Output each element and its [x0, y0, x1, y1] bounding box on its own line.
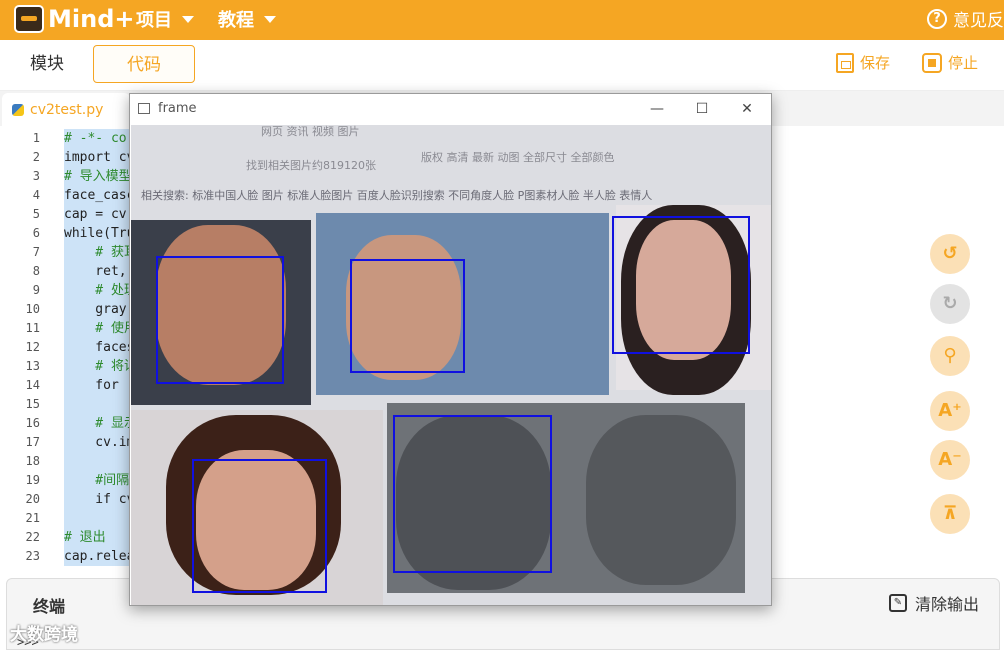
menu-projects[interactable]: 项目 [136, 6, 194, 32]
line-number: 16 [25, 416, 40, 430]
line-number: 4 [32, 188, 40, 202]
robot-icon [14, 5, 44, 33]
watermark: 大数跨境 [10, 625, 78, 645]
font-increase-button[interactable]: A⁺ [930, 391, 970, 431]
line-number: 9 [32, 283, 40, 297]
undo-button[interactable]: ↺ [930, 234, 970, 274]
undo-icon: ↺ [942, 243, 958, 264]
font-decrease-icon: A⁻ [938, 449, 962, 470]
save-label: 保存 [860, 54, 891, 72]
python-icon [12, 103, 24, 116]
line-number: 11 [25, 321, 40, 335]
line-number: 10 [25, 302, 40, 316]
mesh-profile-image [586, 415, 736, 585]
chevron-down-icon [264, 15, 276, 23]
save-icon [836, 52, 854, 73]
line-number: 13 [25, 359, 40, 373]
line-number: 2 [32, 150, 40, 164]
clear-output-button[interactable]: ✎ 清除输出 [888, 591, 979, 615]
line-number: 5 [32, 207, 40, 221]
photo-nav-text: 网页 资讯 视频 图片 [261, 125, 360, 138]
stop-label: 停止 [948, 54, 979, 72]
scroll-top-button[interactable]: ⊼ [930, 494, 970, 534]
minimize-button[interactable]: — [642, 98, 672, 120]
photo-filters-text: 版权 高清 最新 动图 全部尺寸 全部颜色 [421, 151, 615, 164]
help-icon: ? [927, 8, 947, 29]
window-titlebar[interactable]: frame — ☐ ✕ [130, 94, 771, 125]
line-number: 15 [25, 397, 40, 411]
mode-bar: 模块 代码 保存 停止 [0, 40, 1004, 91]
line-number: 6 [32, 226, 40, 240]
face-detection-box [156, 256, 284, 384]
line-number: 19 [25, 473, 40, 487]
face-detection-box [612, 216, 750, 354]
face-detection-box [350, 259, 465, 373]
tab-code[interactable]: 代码 [93, 45, 195, 83]
file-tab-name: cv2test.py [30, 101, 104, 118]
line-number: 14 [25, 378, 40, 392]
photo-stats-text: 找到相关图片约819120张 [246, 159, 376, 172]
line-number: 22 [25, 530, 40, 544]
close-button[interactable]: ✕ [732, 98, 762, 120]
menu-tutorials[interactable]: 教程 [218, 6, 276, 32]
feedback-label: 意见反 [953, 11, 1004, 31]
line-number-gutter: 1 2 3 4 5 6 7 8 9 10 11 12 13 14 15 16 17 18 19 20 21 22 23 [0, 129, 50, 566]
window-icon [138, 103, 150, 114]
zoom-icon: ⚲ [943, 345, 957, 366]
stop-button[interactable]: 停止 [922, 52, 978, 73]
zoom-button[interactable]: ⚲ [930, 336, 970, 376]
line-number: 21 [25, 511, 40, 525]
file-tab[interactable]: cv2test.py [2, 93, 130, 126]
line-number: 17 [25, 435, 40, 449]
face-detection-box [393, 415, 552, 573]
minimize-icon: — [650, 101, 664, 117]
font-decrease-button[interactable]: A⁻ [930, 440, 970, 480]
frame-window[interactable]: frame — ☐ ✕ 网页 资讯 视频 图片 找到相关图片约819120张 版… [129, 93, 772, 606]
maximize-button[interactable]: ☐ [687, 98, 717, 120]
line-number: 7 [32, 245, 40, 259]
line-number: 1 [32, 131, 40, 145]
line-number: 23 [25, 549, 40, 563]
camera-frame: 网页 资讯 视频 图片 找到相关图片约819120张 版权 高清 最新 动图 全… [131, 125, 771, 605]
save-button[interactable]: 保存 [836, 52, 890, 73]
top-bar: Mind+ 项目 教程 ? 意见反 [0, 0, 1004, 40]
close-icon: ✕ [741, 101, 753, 117]
redo-icon: ↻ [942, 293, 958, 314]
menu-projects-label: 项目 [136, 10, 172, 31]
line-number: 12 [25, 340, 40, 354]
face-detection-box [192, 459, 327, 593]
eraser-icon: ✎ [888, 594, 907, 612]
menu-tutorials-label: 教程 [218, 10, 254, 31]
line-number: 3 [32, 169, 40, 183]
window-title: frame [158, 101, 197, 116]
line-number: 20 [25, 492, 40, 506]
tab-blocks[interactable]: 模块 [0, 45, 94, 83]
font-increase-icon: A⁺ [938, 400, 962, 421]
line-number: 8 [32, 264, 40, 278]
feedback-button[interactable]: ? 意见反 [927, 6, 1004, 31]
app-logo[interactable]: Mind+ [14, 4, 134, 34]
stop-icon [922, 52, 942, 73]
maximize-icon: ☐ [695, 101, 709, 117]
terminal-title: 终端 [33, 597, 66, 616]
chevron-down-icon [182, 15, 194, 23]
redo-button[interactable]: ↻ [930, 284, 970, 324]
clear-output-label: 清除输出 [914, 595, 979, 614]
logo-text: Mind+ [48, 5, 135, 33]
scroll-top-icon: ⊼ [942, 503, 958, 524]
photo-related-text: 相关搜索: 标准中国人脸 图片 标准人脸图片 百度人脸识别搜索 不同角度人脸 P… [141, 189, 653, 202]
line-number: 18 [25, 454, 40, 468]
